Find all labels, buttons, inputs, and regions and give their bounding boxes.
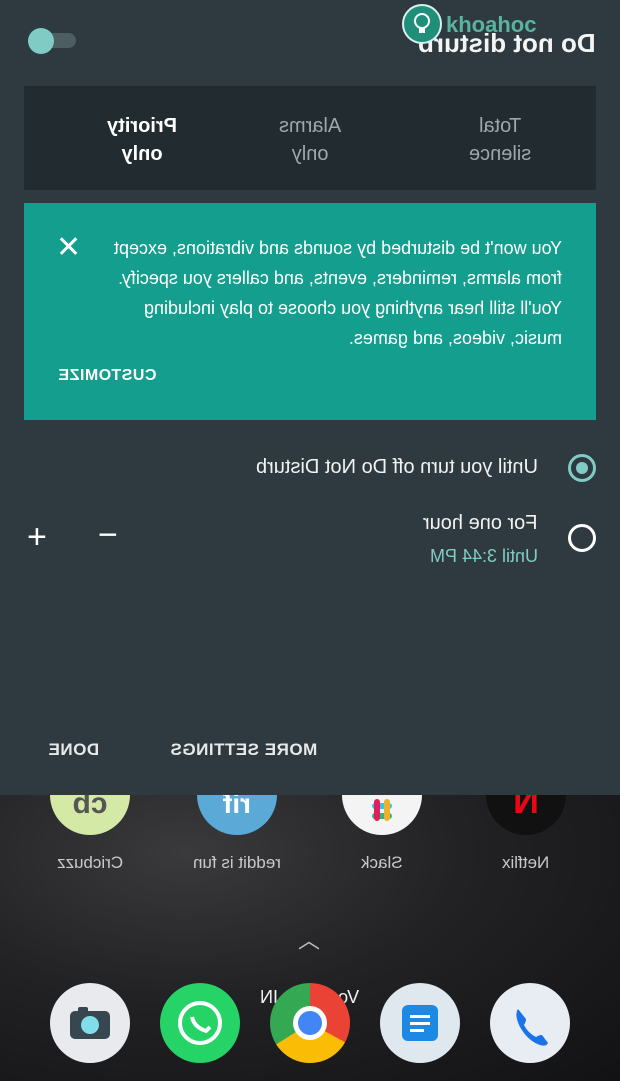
mode-priority-only[interactable]: Priority only: [52, 112, 232, 168]
mode-label: Priority only: [106, 115, 178, 165]
mode-total-silence[interactable]: Total silence: [410, 112, 590, 168]
duration-option-until-off[interactable]: Until you turn off Do Not Disturb: [36, 452, 596, 484]
chevron-up-icon[interactable]: ︿: [298, 923, 320, 955]
whatsapp-icon[interactable]: [160, 983, 240, 1063]
option-label: Until you turn off Do Not Disturb: [256, 456, 538, 478]
option-sublabel: Until 3:44 PM: [429, 546, 538, 566]
app-label: reddit is fun: [193, 853, 281, 872]
duration-option-one-hour[interactable]: For one hour Until 3:44 PM: [36, 508, 596, 568]
lightbulb-icon: [402, 4, 442, 44]
radio-button[interactable]: [568, 524, 596, 552]
radio-button-selected[interactable]: [568, 454, 596, 482]
app-label: Cricbuzz: [56, 853, 124, 872]
decrease-button[interactable]: −: [98, 518, 118, 552]
option-label: For one hour: [423, 512, 538, 534]
more-settings-button[interactable]: MORE SETTINGS: [170, 740, 317, 760]
app-label: Slack: [361, 853, 403, 872]
mode-label: Alarms only: [278, 115, 342, 165]
dnd-panel: Do not disturb khoahoc Priority only Ala…: [0, 0, 620, 795]
chrome-icon[interactable]: [270, 983, 350, 1063]
app-slack[interactable]: Slack: [332, 755, 432, 873]
customize-button[interactable]: CUSTOMIZE: [58, 367, 156, 385]
phone-icon[interactable]: [490, 983, 570, 1063]
info-card: You won't be disturbed by sounds and vib…: [24, 203, 596, 420]
info-message: You won't be disturbed by sounds and vib…: [113, 238, 562, 348]
increase-button[interactable]: +: [27, 520, 47, 554]
app-cricbuzz[interactable]: cb Cricbuzz: [40, 755, 140, 873]
camera-icon[interactable]: [50, 983, 130, 1063]
mode-alarms-only[interactable]: Alarms only: [220, 112, 400, 168]
messages-icon[interactable]: [380, 983, 460, 1063]
done-button[interactable]: DONE: [48, 740, 99, 760]
close-icon[interactable]: ✕: [56, 233, 81, 263]
mode-selector: Priority only Alarms only Total silence: [24, 86, 596, 190]
mode-label: Total silence: [468, 115, 532, 165]
app-label: Netflix: [502, 853, 550, 872]
app-reddit-is-fun[interactable]: rif reddit is fun: [187, 755, 287, 873]
watermark-text: khoahoc: [446, 12, 537, 37]
dnd-toggle[interactable]: [28, 28, 76, 54]
app-netflix[interactable]: N Netflix: [476, 755, 576, 873]
home-screen: N Netflix Slack rif reddit is fun cb Cri…: [0, 755, 620, 1081]
watermark-logo: khoahoc: [402, 4, 612, 44]
